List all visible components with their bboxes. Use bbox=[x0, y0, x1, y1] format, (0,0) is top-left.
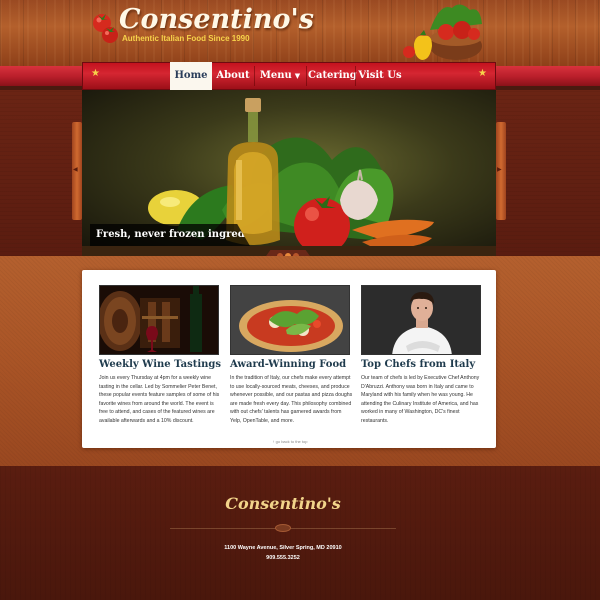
site-logo[interactable]: Consentino's bbox=[119, 4, 314, 35]
chevron-right-icon: ▶ bbox=[497, 166, 502, 173]
slider-next-button[interactable]: ▶ bbox=[496, 122, 506, 220]
nav-about-label: About bbox=[216, 70, 250, 81]
star-icon: ★ bbox=[478, 68, 487, 79]
slider-prev-button[interactable]: ◀ bbox=[72, 122, 82, 220]
vegetable-bowl-icon bbox=[403, 4, 482, 60]
site-tagline: Authentic Italian Food Since 1990 bbox=[122, 34, 250, 43]
nav-home[interactable]: Home bbox=[170, 62, 212, 90]
footer-phone[interactable]: 909.555.3252 bbox=[170, 555, 396, 561]
nav-divider bbox=[254, 66, 255, 86]
pizza-image bbox=[230, 285, 350, 355]
feature-body: Our team of chefs is led by Executive Ch… bbox=[361, 375, 480, 424]
nav-about[interactable]: About bbox=[214, 62, 252, 90]
ornament-icon bbox=[275, 524, 291, 532]
nav-catering-label: Catering bbox=[308, 70, 357, 81]
feature-body: In the tradition of Italy, our chefs mak… bbox=[230, 375, 353, 424]
feature-body: Join us every Thursday at 4pm for a week… bbox=[99, 375, 220, 424]
nav-menu-label: Menu bbox=[259, 70, 292, 81]
chevron-left-icon: ◀ bbox=[73, 166, 78, 173]
nav-menu[interactable]: Menu ▼ bbox=[257, 62, 303, 90]
wine-barrel-image bbox=[99, 285, 219, 355]
feature-title: Award-Winning Food bbox=[230, 359, 347, 370]
nav-visit-us[interactable]: Visit Us bbox=[358, 62, 402, 90]
nav-divider bbox=[355, 66, 356, 86]
chevron-down-icon: ▼ bbox=[294, 71, 301, 80]
footer-logo: Consentino's bbox=[225, 494, 341, 513]
hero-caption: Fresh, never frozen ingredients. bbox=[90, 224, 250, 246]
nav-catering[interactable]: Catering bbox=[308, 62, 357, 90]
nav-divider bbox=[306, 66, 307, 86]
nav-home-label: Home bbox=[174, 70, 208, 81]
footer-address: 1100 Wayne Avenue, Silver Spring, MD 209… bbox=[224, 545, 342, 551]
site-footer bbox=[0, 466, 600, 600]
star-icon: ★ bbox=[91, 68, 100, 79]
nav-visit-us-label: Visit Us bbox=[358, 70, 402, 81]
chef-portrait-image bbox=[361, 285, 481, 355]
back-to-top-link[interactable]: ↑ go back to the top bbox=[260, 439, 320, 444]
feature-title: Top Chefs from Italy bbox=[361, 359, 476, 370]
feature-title: Weekly Wine Tastings bbox=[99, 359, 222, 370]
